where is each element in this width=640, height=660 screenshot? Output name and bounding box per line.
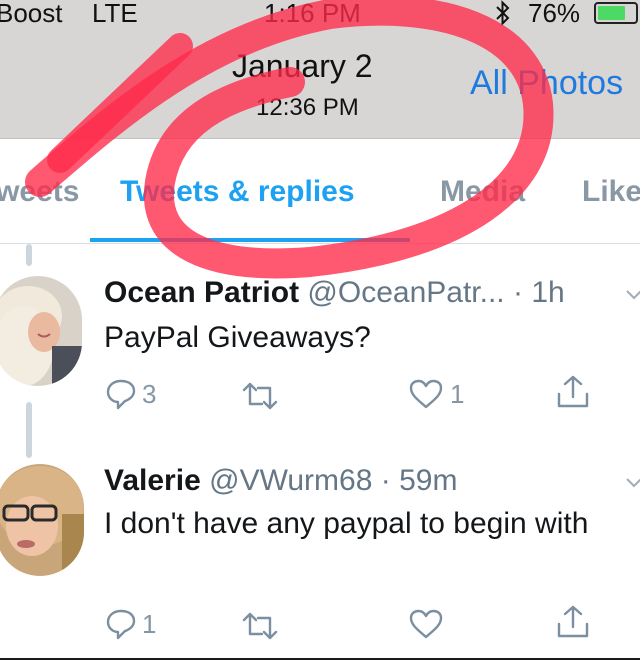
tab-tweets[interactable]: Tweets xyxy=(0,175,79,209)
tab-media[interactable]: Media xyxy=(440,175,525,209)
share-button[interactable] xyxy=(556,604,590,640)
carrier-name: Boost xyxy=(0,0,63,28)
battery-icon xyxy=(594,2,638,24)
tweet-author-handle[interactable]: @OceanPatr... xyxy=(307,276,504,309)
tweet-author-handle[interactable]: @VWurm68 xyxy=(209,464,372,497)
chevron-down-icon[interactable] xyxy=(626,478,640,488)
like-count: 1 xyxy=(450,378,465,409)
chevron-down-icon[interactable] xyxy=(626,290,640,300)
tweet-separator: · xyxy=(380,464,391,497)
tweet-text: I don't have any paypal to begin with xyxy=(104,507,589,540)
retweet-icon xyxy=(242,382,278,410)
tweet-text: PayPal Giveaways? xyxy=(104,321,371,354)
tweet-author-name[interactable]: Ocean Patriot xyxy=(104,276,299,309)
heart-icon xyxy=(409,609,443,639)
thread-line xyxy=(26,402,32,458)
battery-percent: 76% xyxy=(528,0,581,28)
reply-count: 3 xyxy=(142,378,157,409)
photo-time: 12:36 PM xyxy=(256,94,359,121)
photo-viewer-header: Boost LTE 1:16 PM 76% January 2 12:36 PM… xyxy=(0,0,640,139)
thread-line xyxy=(26,244,32,266)
heart-icon xyxy=(409,379,443,409)
tweet-header: Valerie @VWurm68 · 59m xyxy=(104,464,457,498)
like-button[interactable]: 1 xyxy=(408,376,464,412)
tweet-separator: · xyxy=(512,276,523,309)
tab-likes[interactable]: Likes xyxy=(582,175,640,209)
battery-level-fill xyxy=(598,6,626,20)
like-button[interactable] xyxy=(408,606,450,642)
bluetooth-icon xyxy=(496,0,510,26)
all-photos-button[interactable]: All Photos xyxy=(470,64,623,103)
retweet-button[interactable] xyxy=(240,378,286,414)
retweet-icon xyxy=(242,612,278,640)
reply-count: 1 xyxy=(142,608,157,639)
status-bar: Boost LTE 1:16 PM 76% xyxy=(0,0,640,32)
retweet-button[interactable] xyxy=(240,608,286,644)
status-clock: 1:16 PM xyxy=(264,0,361,28)
share-icon xyxy=(557,605,589,638)
avatar[interactable] xyxy=(0,276,82,386)
tweet-timestamp[interactable]: 1h xyxy=(531,276,564,309)
share-icon xyxy=(557,375,589,408)
photo-date: January 2 xyxy=(232,48,373,84)
avatar[interactable] xyxy=(0,464,84,576)
reply-icon xyxy=(106,379,136,410)
active-tab-indicator xyxy=(90,238,410,242)
tweet-header: Ocean Patriot @OceanPatr... · 1h xyxy=(104,276,565,310)
reply-button[interactable]: 1 xyxy=(106,606,156,642)
profile-tabs: Tweets Tweets & replies Media Likes xyxy=(0,139,640,244)
share-button[interactable] xyxy=(556,374,590,410)
network-type: LTE xyxy=(92,0,138,28)
reply-icon xyxy=(106,609,136,640)
tweet-timestamp[interactable]: 59m xyxy=(399,464,457,497)
tweet-author-name[interactable]: Valerie xyxy=(104,464,201,497)
reply-button[interactable]: 3 xyxy=(106,376,156,412)
tab-tweets-and-replies[interactable]: Tweets & replies xyxy=(120,175,355,209)
